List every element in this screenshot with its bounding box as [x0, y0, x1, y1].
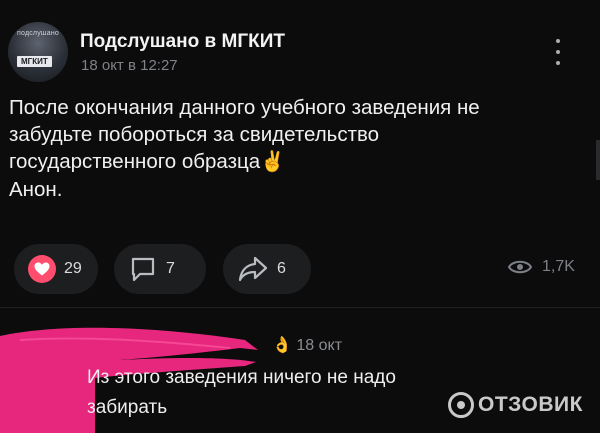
post-line: После окончания данного учебного заведен…	[9, 96, 480, 119]
avatar-sign: МГКИТ	[17, 56, 52, 67]
eye-icon	[508, 260, 532, 274]
comment-date: 👌 18 окт	[272, 337, 343, 354]
divider	[0, 307, 600, 308]
watermark-text: ОТЗОВИК	[478, 393, 583, 416]
watermark: ОТЗОВИК	[448, 392, 583, 418]
victory-hand-emoji: ✌️	[260, 151, 286, 173]
comment-text: Из этого заведения ничего не надо забира…	[87, 363, 507, 423]
comment-line: забирать	[87, 397, 168, 418]
comment-line: Из этого заведения ничего не надо	[87, 367, 396, 388]
like-count: 29	[64, 260, 82, 277]
ok-hand-emoji: 👌	[272, 337, 292, 354]
share-icon	[238, 256, 268, 282]
share-button[interactable]: 6	[223, 244, 311, 294]
post-line: забудьте побороться за свидетельство	[9, 123, 380, 146]
view-count: 1,7K	[542, 258, 575, 275]
post-screen: подслушано МГКИТ Подслушано в МГКИТ 18 о…	[0, 0, 600, 433]
heart-icon	[28, 255, 56, 283]
post-date[interactable]: 18 окт в 12:27	[81, 57, 178, 74]
post-line: государственного образца✌️	[9, 150, 286, 173]
comment-count: 7	[166, 260, 175, 277]
scrollbar[interactable]	[596, 140, 600, 180]
group-avatar[interactable]: подслушано МГКИТ	[8, 22, 68, 82]
comment-icon	[131, 257, 155, 282]
comment-button[interactable]: 7	[114, 244, 206, 294]
post-line: Анон.	[9, 178, 63, 201]
views: 1,7K	[508, 258, 575, 276]
more-vertical-icon[interactable]	[553, 39, 563, 65]
share-count: 6	[277, 260, 286, 277]
like-button[interactable]: 29	[14, 244, 98, 294]
avatar-caption: подслушано	[17, 30, 59, 37]
post-text: После окончания данного учебного заведен…	[9, 94, 569, 203]
watermark-logo-icon	[448, 392, 474, 418]
group-name[interactable]: Подслушано в МГКИТ	[80, 31, 285, 53]
